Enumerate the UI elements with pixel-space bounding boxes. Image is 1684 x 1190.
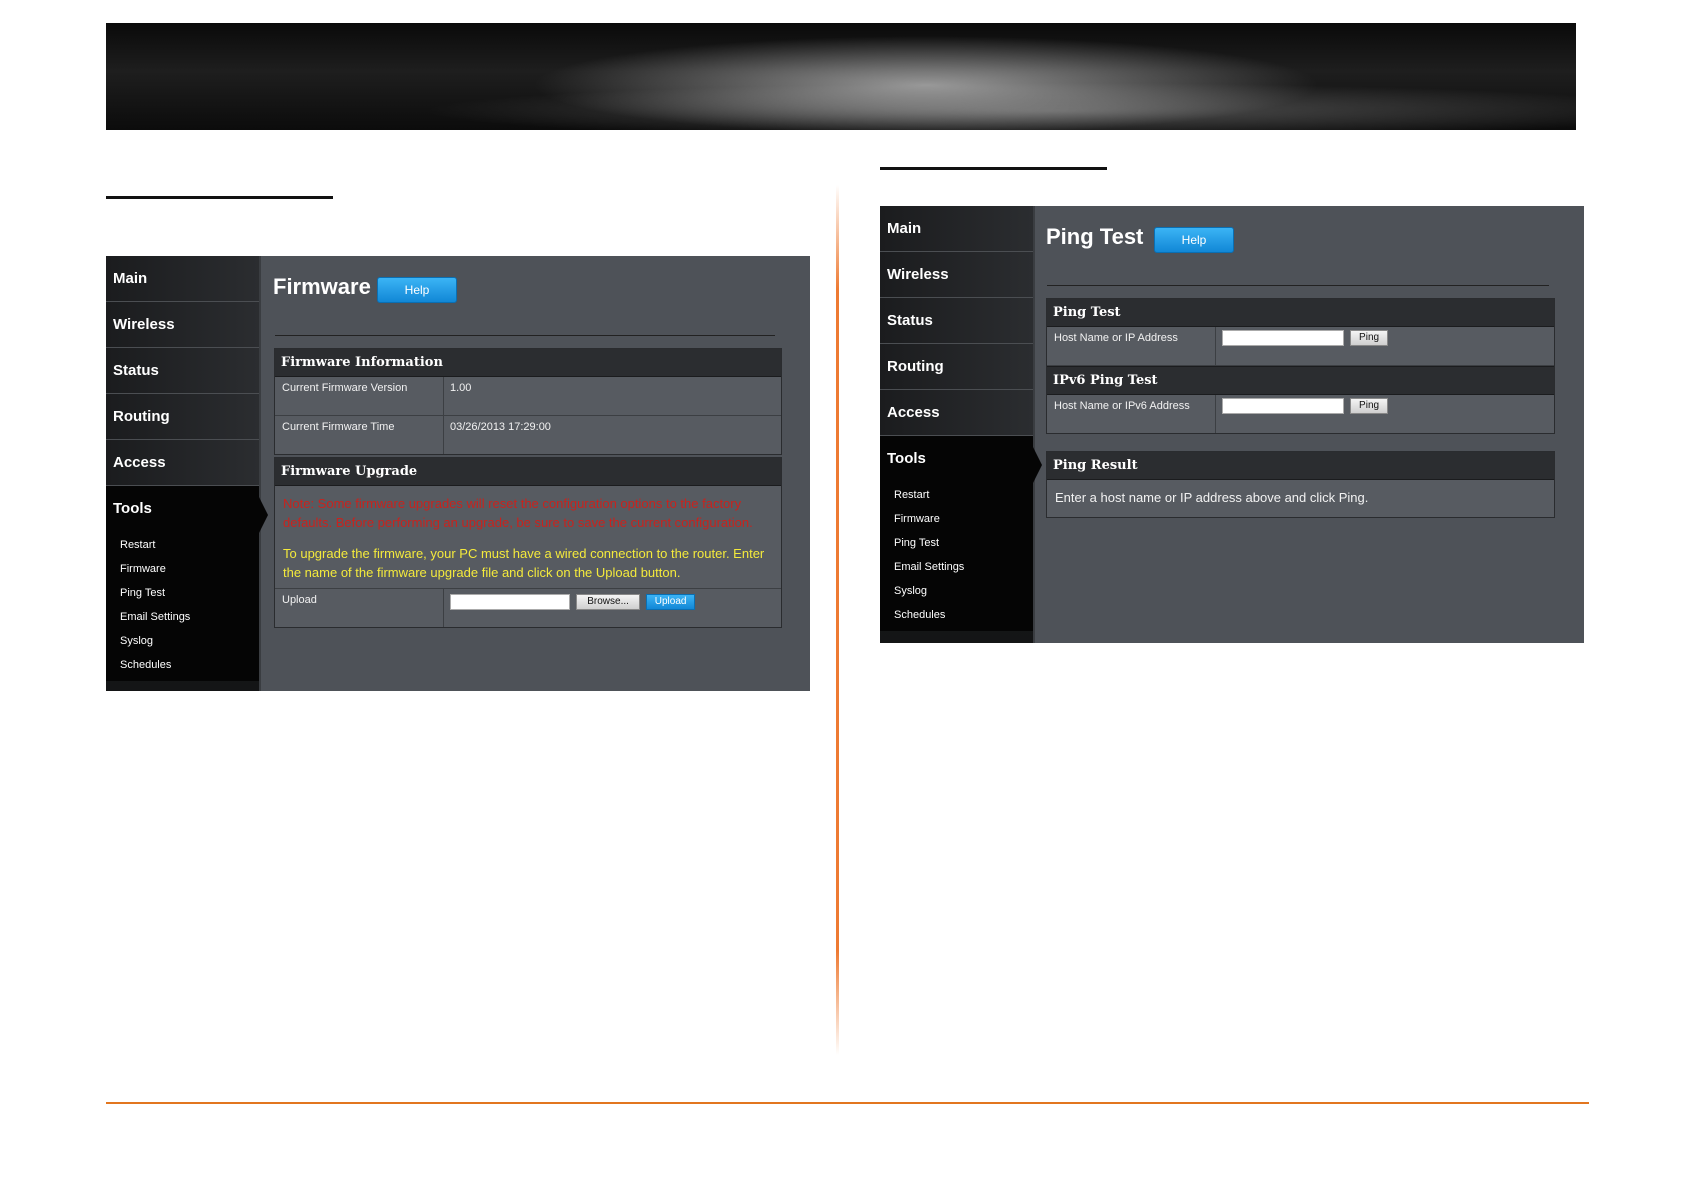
- upgrade-notes: Note: Some firmware upgrades will reset …: [275, 486, 781, 589]
- submenu-email-settings[interactable]: Email Settings: [106, 605, 259, 629]
- sidebar-item-status[interactable]: Status: [880, 298, 1033, 344]
- submenu-email-settings[interactable]: Email Settings: [880, 555, 1033, 579]
- ipv6-host-label: Host Name or IPv6 Address: [1047, 395, 1216, 433]
- submenu-schedules[interactable]: Schedules: [880, 603, 1033, 627]
- sidebar-item-main[interactable]: Main: [880, 206, 1033, 252]
- submenu-restart[interactable]: Restart: [106, 533, 259, 557]
- sidebar-item-tools-label: Tools: [113, 500, 152, 517]
- submenu-schedules[interactable]: Schedules: [106, 653, 259, 677]
- submenu-firmware[interactable]: Firmware: [880, 507, 1033, 531]
- table-row: Current Firmware Version 1.00: [275, 377, 781, 416]
- sidebar-item-tools[interactable]: Tools: [106, 486, 268, 535]
- firmware-upgrade-panel: Firmware Upgrade Note: Some firmware upg…: [274, 457, 782, 628]
- upload-button[interactable]: Upload: [646, 594, 696, 610]
- panel-heading: IPv6 Ping Test: [1047, 366, 1554, 395]
- panel-heading: Firmware Upgrade: [275, 458, 781, 486]
- sidebar-item-wireless[interactable]: Wireless: [106, 302, 259, 348]
- submenu-ping-test[interactable]: Ping Test: [106, 581, 259, 605]
- submenu-restart[interactable]: Restart: [880, 483, 1033, 507]
- firmware-info-panel: Firmware Information Current Firmware Ve…: [274, 348, 782, 455]
- ping-button[interactable]: Ping: [1350, 330, 1389, 346]
- firmware-screenshot: Main Wireless Status Routing Access Tool…: [106, 256, 810, 691]
- sidebar-item-main[interactable]: Main: [106, 256, 259, 302]
- help-button[interactable]: Help: [1154, 227, 1234, 253]
- column-divider: [836, 185, 839, 1055]
- ping-controls: Ping: [1216, 327, 1554, 365]
- sidebar-item-routing[interactable]: Routing: [880, 344, 1033, 390]
- ipv6-host-input[interactable]: [1222, 398, 1344, 414]
- submenu-syslog[interactable]: Syslog: [106, 629, 259, 653]
- panel-heading: Firmware Information: [275, 349, 781, 377]
- page-title: Ping Test: [1046, 224, 1144, 249]
- file-path-input[interactable]: [450, 594, 570, 610]
- submenu-ping-test[interactable]: Ping Test: [880, 531, 1033, 555]
- sidebar-item-routing[interactable]: Routing: [106, 394, 259, 440]
- title-divider: [1047, 285, 1549, 286]
- help-button[interactable]: Help: [377, 277, 457, 303]
- ping-result-text: Enter a host name or IP address above an…: [1055, 490, 1369, 505]
- sidebar-nav: Main Wireless Status Routing Access Tool…: [880, 206, 1042, 643]
- sidebar-nav: Main Wireless Status Routing Access Tool…: [106, 256, 268, 691]
- section-rule-left: [106, 196, 333, 199]
- ping-row: Host Name or IP Address Ping: [1047, 327, 1554, 366]
- main-content: Ping Test Help Ping Test Host Name or IP…: [1035, 206, 1584, 643]
- row-label: Current Firmware Version: [275, 377, 444, 415]
- firmware-time-value: 03/26/2013 17:29:00: [450, 421, 551, 433]
- info-note: To upgrade the firmware, your PC must ha…: [283, 546, 765, 580]
- warning-note: Note: Some firmware upgrades will reset …: [283, 496, 753, 530]
- browse-button[interactable]: Browse...: [576, 594, 641, 610]
- sidebar-item-access[interactable]: Access: [106, 440, 259, 486]
- upload-row: Upload Browse... Upload: [275, 589, 781, 627]
- ipv6-ping-controls: Ping: [1216, 395, 1554, 433]
- ping-result-panel: Ping Result Enter a host name or IP addr…: [1046, 451, 1555, 518]
- panel-heading: Ping Result: [1047, 452, 1554, 480]
- sidebar-item-tools-label: Tools: [887, 450, 926, 467]
- panel-heading: Ping Test: [1047, 299, 1554, 327]
- upload-controls: Browse... Upload: [444, 589, 781, 627]
- submenu-firmware[interactable]: Firmware: [106, 557, 259, 581]
- sidebar-item-wireless[interactable]: Wireless: [880, 252, 1033, 298]
- upload-label: Upload: [275, 589, 444, 627]
- row-label: Current Firmware Time: [275, 416, 444, 454]
- table-row: Current Firmware Time 03/26/2013 17:29:0…: [275, 416, 781, 454]
- section-rule-right: [880, 167, 1107, 170]
- tools-submenu: Restart Firmware Ping Test Email Setting…: [106, 531, 259, 681]
- firmware-version-value: 1.00: [450, 382, 472, 394]
- title-divider: [275, 335, 775, 336]
- sidebar-item-access[interactable]: Access: [880, 390, 1033, 436]
- footer-line: [106, 1102, 1589, 1104]
- ping-host-label: Host Name or IP Address: [1047, 327, 1216, 365]
- sidebar-item-tools[interactable]: Tools: [880, 436, 1042, 485]
- header-banner: [106, 23, 1576, 130]
- ping-test-panel: Ping Test Host Name or IP Address Ping I…: [1046, 298, 1555, 434]
- ping-test-screenshot: Main Wireless Status Routing Access Tool…: [880, 206, 1584, 643]
- ping-host-input[interactable]: [1222, 330, 1344, 346]
- tools-submenu: Restart Firmware Ping Test Email Setting…: [880, 481, 1033, 631]
- ipv6-ping-button[interactable]: Ping: [1350, 398, 1389, 414]
- submenu-syslog[interactable]: Syslog: [880, 579, 1033, 603]
- page-title: Firmware: [273, 274, 371, 299]
- sidebar-item-status[interactable]: Status: [106, 348, 259, 394]
- ipv6-ping-row: Host Name or IPv6 Address Ping: [1047, 395, 1554, 433]
- main-content: Firmware Help Firmware Information Curre…: [261, 256, 810, 691]
